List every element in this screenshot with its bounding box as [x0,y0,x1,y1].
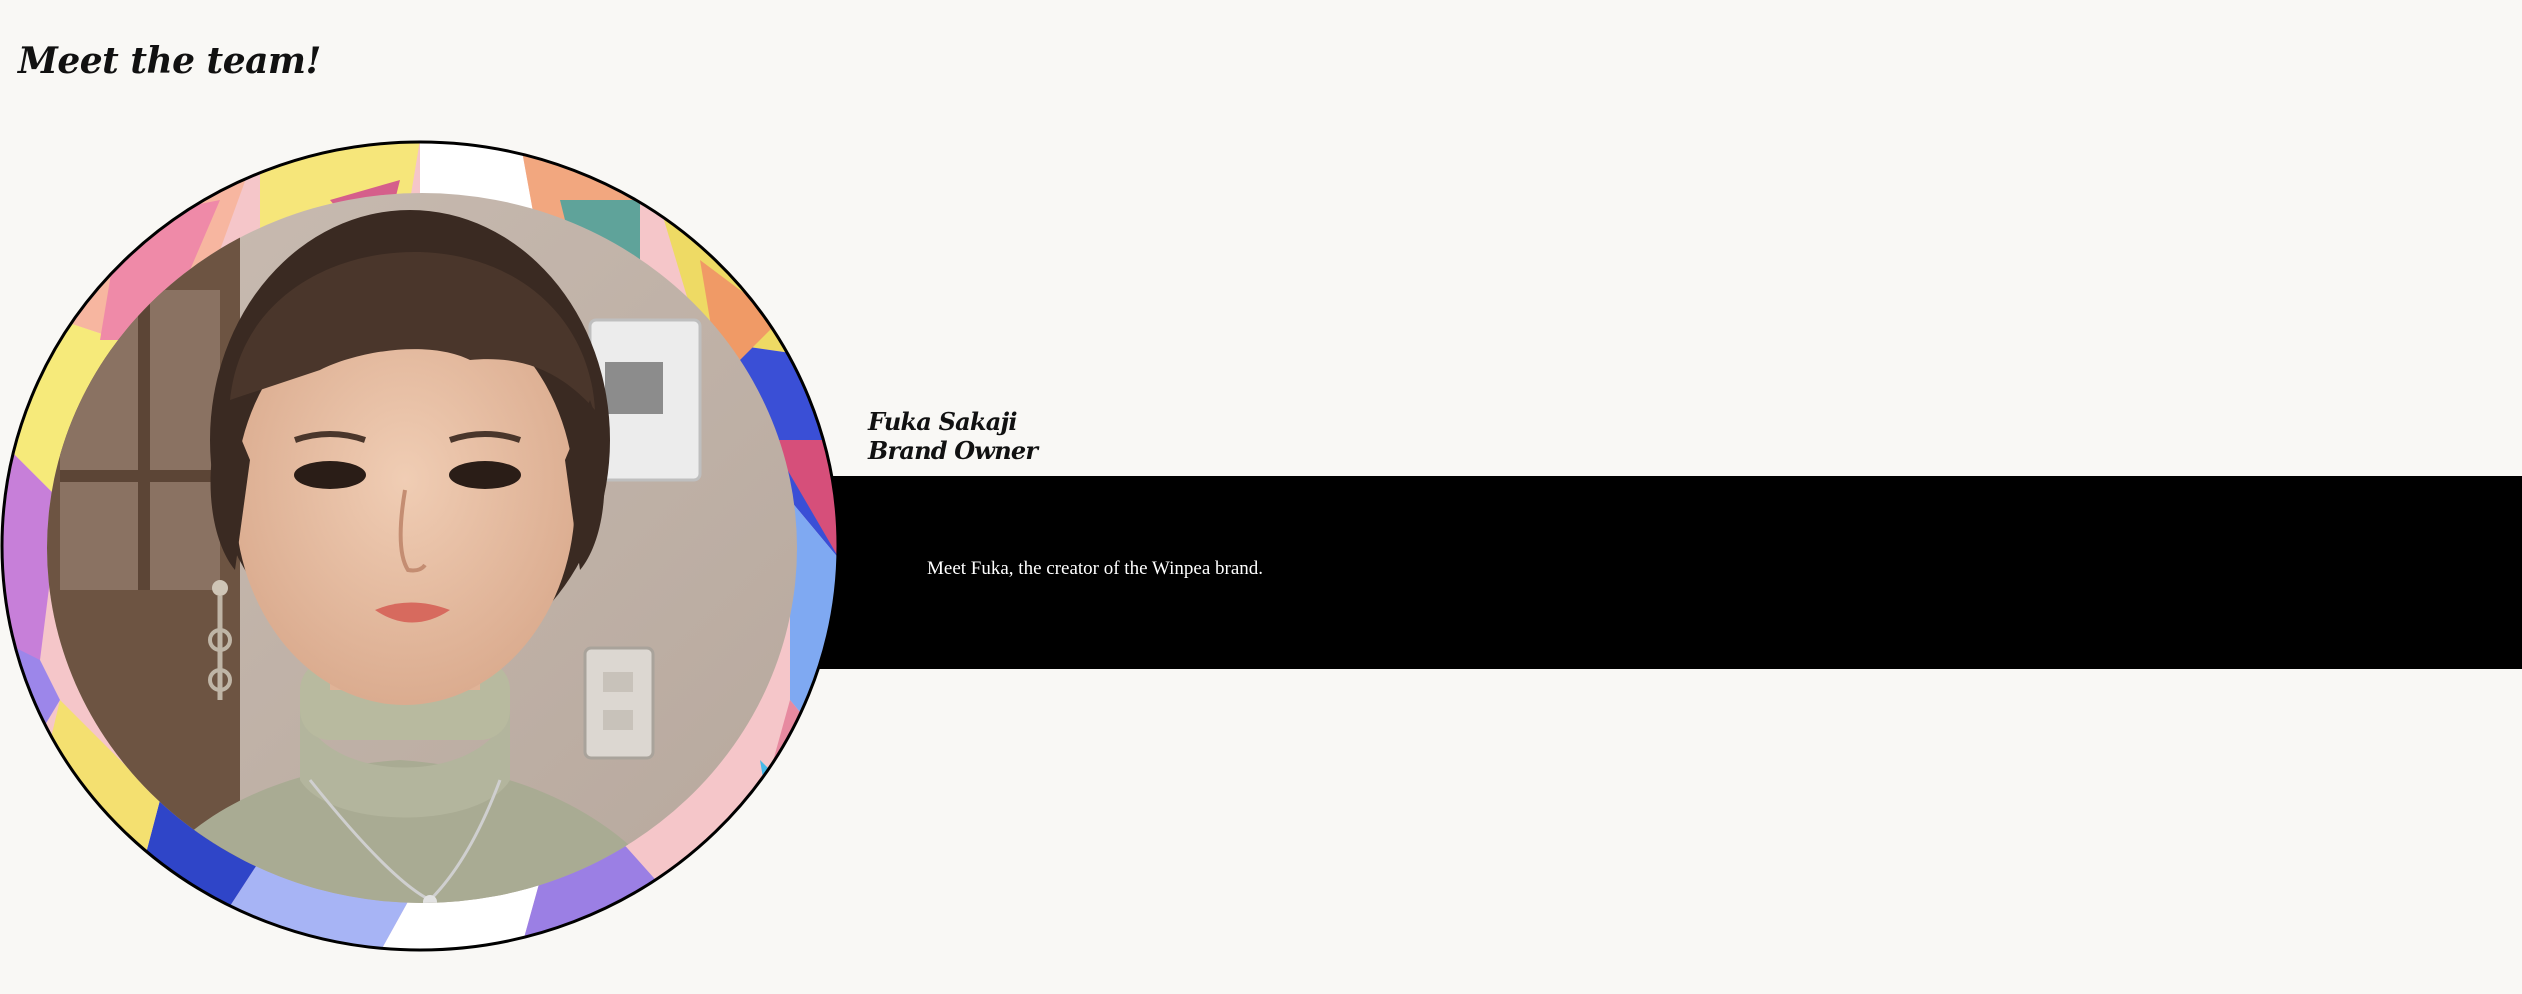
member-name: Fuka Sakaji [868,407,1017,436]
member-bio: Meet Fuka, the creator of the Winpea bra… [927,558,1264,579]
member-portrait [0,140,840,952]
page-title: Meet the team! [18,40,321,82]
team-page: Meet the team! Meet Fuka, the creator of… [0,0,2522,994]
member-role: Brand Owner [868,436,1038,465]
